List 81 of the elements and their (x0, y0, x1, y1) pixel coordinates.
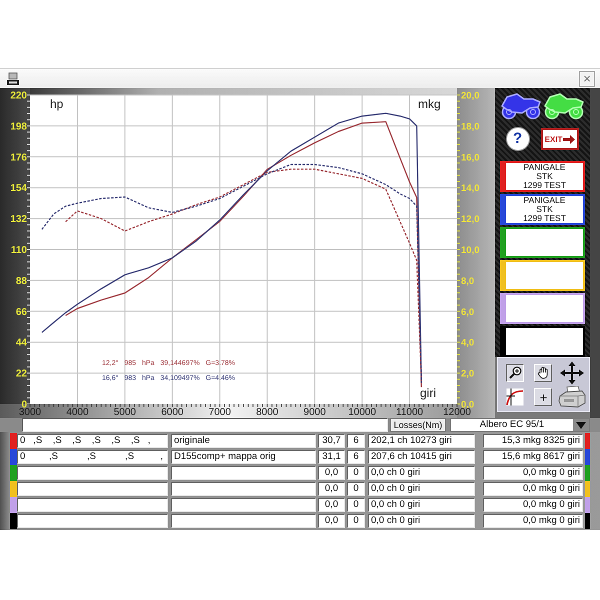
table-cell: 0,0 ch 0 giri (368, 514, 475, 528)
table-cell: 0,0 mkg 0 giri (483, 466, 583, 480)
run-slot[interactable]: PANIGALE STK 1299 TEST (500, 194, 585, 225)
motorbike-icon[interactable] (543, 92, 585, 120)
axis-tick-label: 176 (10, 152, 27, 164)
close-button[interactable]: × (579, 70, 595, 86)
axis-tick-label: 22 (16, 368, 27, 380)
axis-tick-label: 88 (16, 276, 27, 287)
table-cell: 0,0 mkg 0 giri (483, 482, 583, 496)
run-slot[interactable]: PANIGALE STK 1299 TEST (500, 161, 585, 192)
axis-tick-label: 14,0 (461, 183, 480, 194)
table-cell: 0 ,S ,S ,S ,S ,S ,S , (17, 434, 168, 448)
table-cell: 15,3 mkg 8325 giri (483, 434, 583, 448)
axis-title: giri (420, 386, 436, 400)
axis-tick-label: 18,0 (461, 121, 480, 132)
axis-tick-label: 8,0 (461, 276, 474, 287)
table-cell: originale (171, 434, 316, 448)
printer-icon[interactable] (558, 386, 586, 408)
axis-tick-label: 132 (10, 214, 27, 226)
axis-tick-label: 5000 (114, 407, 136, 418)
axis-tick-label: 11000 (396, 407, 424, 418)
table-cell: 207,6 ch 10415 giri (368, 450, 475, 464)
zoom-icon (508, 366, 522, 380)
axis-tick-label: 110 (10, 245, 27, 256)
pan-button[interactable] (534, 364, 552, 382)
table-cell: 0,0 (318, 482, 345, 496)
table-cell: 0 (347, 482, 365, 496)
axis-tick-label: 3000 (18, 407, 42, 418)
table-cell: 0,0 (318, 498, 345, 512)
table-cell: 31,1 (318, 450, 345, 464)
motorbike-icon[interactable] (500, 92, 542, 120)
table-cell: 0 ,S ,S ,S , (17, 450, 168, 464)
axis-tick-label: 2,0 (461, 368, 474, 380)
axis-tick-label: 44 (16, 338, 27, 349)
table-cell: D155comp+ mappa orig (171, 450, 316, 464)
table-cell: 0,0 (318, 466, 345, 480)
axis-tick-label: 4,0 (461, 338, 474, 349)
axis-tick-label: 16,0 (461, 152, 480, 164)
dropdown[interactable]: Albero EC 95/1 (450, 418, 590, 432)
add-button[interactable]: + (534, 388, 552, 406)
table-cell: 6 (347, 450, 365, 464)
table-cell: 0,0 mkg 0 giri (483, 514, 583, 528)
arrow-icon (563, 134, 576, 144)
help-button[interactable]: ? (506, 127, 530, 151)
losses-button[interactable]: Losses(Nm) (390, 418, 446, 432)
axis-tick-label: 154 (10, 183, 27, 194)
input-field[interactable] (22, 418, 388, 432)
axis-tick-label: 4000 (66, 407, 89, 418)
axis-tick-label: 66 (16, 306, 27, 318)
axis-title: mkg (418, 97, 441, 111)
move-arrows-icon[interactable] (558, 360, 585, 385)
table-cell: 0,0 ch 0 giri (368, 466, 475, 480)
app-icon (6, 72, 20, 86)
axis-tick-label: 10,0 (461, 245, 480, 256)
table-cell: 0,0 ch 0 giri (368, 482, 475, 496)
exit-button[interactable]: EXIT (540, 128, 580, 150)
axis-title: hp (50, 97, 64, 111)
curve-icon[interactable] (506, 388, 524, 406)
axis-tick-label: 198 (10, 121, 27, 132)
hand-icon (536, 366, 550, 380)
axis-tick-label: 12,0 (461, 214, 480, 226)
axis-tick-label: 220 (10, 90, 27, 102)
table-cell: 202,1 ch 10273 giri (368, 434, 475, 448)
table-cell: 15,6 mkg 8617 giri (483, 450, 583, 464)
run-slot[interactable] (500, 326, 585, 357)
axis-tick-label: 8000 (256, 407, 278, 418)
table-cell: 0 (347, 514, 365, 528)
zoom-button[interactable] (506, 364, 524, 382)
table-cell: 6 (347, 434, 365, 448)
axis-tick-label: 6000 (161, 407, 184, 418)
table-cell: 0,0 (318, 514, 345, 528)
axis-tick-label: 7000 (208, 407, 231, 418)
axis-tick-label: 10000 (348, 407, 376, 418)
axis-tick-label: 20,0 (461, 90, 480, 102)
table-cell: 30,7 (318, 434, 345, 448)
axis-tick-label: 6,0 (461, 306, 474, 318)
table-cell: 0,0 ch 0 giri (368, 498, 475, 512)
table-cell: 0 (347, 466, 365, 480)
axis-tick-label: 9000 (304, 407, 326, 418)
table-cell: 0 (347, 498, 365, 512)
table-cell: 0,0 mkg 0 giri (483, 498, 583, 512)
